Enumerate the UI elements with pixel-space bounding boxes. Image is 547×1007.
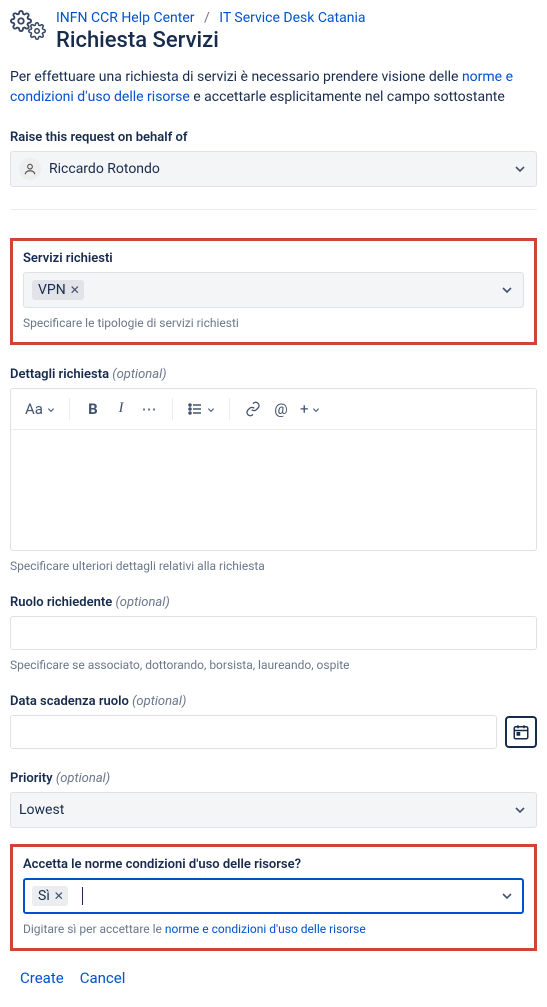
ruolo-label-text: Ruolo richiedente bbox=[10, 595, 112, 610]
highlight-accetta: Accetta le norme condizioni d'uso delle … bbox=[10, 844, 537, 951]
toolbar-separator bbox=[69, 398, 70, 420]
remove-pill-icon[interactable]: ✕ bbox=[70, 283, 80, 297]
priority-select[interactable]: Lowest bbox=[10, 792, 537, 828]
accetta-help: Digitare sì per accettare le norme e con… bbox=[23, 922, 524, 936]
behalf-select[interactable]: Riccardo Rotondo bbox=[10, 151, 537, 187]
accetta-select[interactable]: Sì ✕ bbox=[23, 878, 524, 914]
dettagli-optional: (optional) bbox=[112, 367, 166, 382]
page-title: Richiesta Servizi bbox=[56, 28, 537, 53]
bold-button[interactable]: B bbox=[80, 395, 106, 423]
create-button[interactable]: Create bbox=[20, 969, 64, 987]
more-formatting-button[interactable]: ⋯ bbox=[136, 395, 162, 423]
behalf-value: Riccardo Rotondo bbox=[49, 161, 160, 177]
priority-optional: (optional) bbox=[56, 771, 110, 786]
chevron-down-icon bbox=[207, 400, 215, 418]
highlight-servizi: Servizi richiesti VPN ✕ Specificare le t… bbox=[10, 238, 537, 345]
intro-suffix: e accettarle esplicitamente nel campo so… bbox=[190, 89, 505, 105]
page-header: INFN CCR Help Center / IT Service Desk C… bbox=[10, 8, 537, 53]
ruolo-help: Specificare se associato, dottorando, bo… bbox=[10, 658, 537, 672]
chevron-down-icon bbox=[499, 282, 515, 298]
ruolo-label: Ruolo richiedente (optional) bbox=[10, 595, 537, 610]
rich-text-editor: Aa B I ⋯ bbox=[10, 388, 537, 551]
dettagli-label-text: Dettagli richiesta bbox=[10, 367, 109, 382]
servizi-label: Servizi richiesti bbox=[23, 251, 524, 266]
scadenza-label: Data scadenza ruolo (optional) bbox=[10, 694, 537, 709]
intro-text: Per effettuare una richiesta di servizi … bbox=[10, 67, 537, 108]
accetta-pill: Sì ✕ bbox=[32, 886, 68, 906]
intro-prefix: Per effettuare una richiesta di servizi … bbox=[10, 69, 462, 85]
field-dettagli: Dettagli richiesta (optional) Aa B I ⋯ bbox=[10, 367, 537, 573]
editor-toolbar: Aa B I ⋯ bbox=[11, 389, 536, 430]
accetta-label: Accetta le norme condizioni d'uso delle … bbox=[23, 857, 524, 872]
scadenza-input[interactable] bbox=[10, 715, 497, 749]
breadcrumb-separator: / bbox=[204, 10, 210, 26]
insert-button[interactable]: + bbox=[296, 395, 325, 423]
priority-label-text: Priority bbox=[10, 771, 53, 786]
ruolo-optional: (optional) bbox=[115, 595, 169, 610]
accetta-terms-link[interactable]: norme e condizioni d'uso delle risorse bbox=[165, 922, 366, 936]
breadcrumb: INFN CCR Help Center / IT Service Desk C… bbox=[56, 10, 537, 26]
field-behalf: Raise this request on behalf of Riccardo… bbox=[10, 130, 537, 187]
breadcrumb-desk-link[interactable]: IT Service Desk Catania bbox=[219, 10, 365, 26]
mention-button[interactable]: @ bbox=[268, 395, 294, 423]
breadcrumb-home-link[interactable]: INFN CCR Help Center bbox=[56, 10, 194, 26]
scadenza-optional: (optional) bbox=[132, 694, 186, 709]
user-avatar-icon bbox=[19, 158, 41, 180]
accetta-pill-text: Sì bbox=[38, 888, 50, 904]
field-priority: Priority (optional) Lowest bbox=[10, 771, 537, 828]
chevron-down-icon bbox=[47, 400, 55, 418]
cancel-button[interactable]: Cancel bbox=[80, 969, 126, 987]
calendar-button[interactable] bbox=[505, 716, 537, 748]
servizi-select[interactable]: VPN ✕ bbox=[23, 272, 524, 308]
scadenza-label-text: Data scadenza ruolo bbox=[10, 694, 129, 709]
chevron-down-icon bbox=[512, 802, 528, 818]
accetta-help-prefix: Digitare sì per accettare le bbox=[23, 922, 165, 936]
calendar-icon bbox=[512, 723, 530, 741]
servizi-pill-text: VPN bbox=[38, 282, 66, 298]
dettagli-label: Dettagli richiesta (optional) bbox=[10, 367, 537, 382]
servizi-help: Specificare le tipologie di servizi rich… bbox=[23, 316, 524, 330]
dettagli-help: Specificare ulteriori dettagli relativi … bbox=[10, 559, 537, 573]
text-style-button[interactable]: Aa bbox=[21, 395, 59, 423]
ruolo-input[interactable] bbox=[10, 616, 537, 650]
divider bbox=[10, 209, 537, 210]
list-button[interactable] bbox=[183, 395, 219, 423]
text-cursor bbox=[82, 887, 83, 905]
behalf-label: Raise this request on behalf of bbox=[10, 130, 537, 145]
chevron-down-icon bbox=[499, 888, 515, 904]
priority-value: Lowest bbox=[19, 802, 64, 818]
priority-label: Priority (optional) bbox=[10, 771, 537, 786]
servizi-pill: VPN ✕ bbox=[32, 280, 84, 300]
editor-body[interactable] bbox=[11, 430, 536, 550]
form-actions: Create Cancel bbox=[10, 969, 537, 987]
link-button[interactable] bbox=[240, 395, 266, 423]
toolbar-separator bbox=[229, 398, 230, 420]
chevron-down-icon bbox=[312, 400, 320, 418]
toolbar-separator bbox=[172, 398, 173, 420]
italic-button[interactable]: I bbox=[108, 395, 134, 423]
remove-pill-icon[interactable]: ✕ bbox=[54, 889, 64, 903]
text-style-label: Aa bbox=[25, 400, 43, 418]
gears-icon bbox=[10, 8, 50, 48]
chevron-down-icon bbox=[512, 161, 528, 177]
field-ruolo: Ruolo richiedente (optional) Specificare… bbox=[10, 595, 537, 672]
field-scadenza: Data scadenza ruolo (optional) bbox=[10, 694, 537, 749]
